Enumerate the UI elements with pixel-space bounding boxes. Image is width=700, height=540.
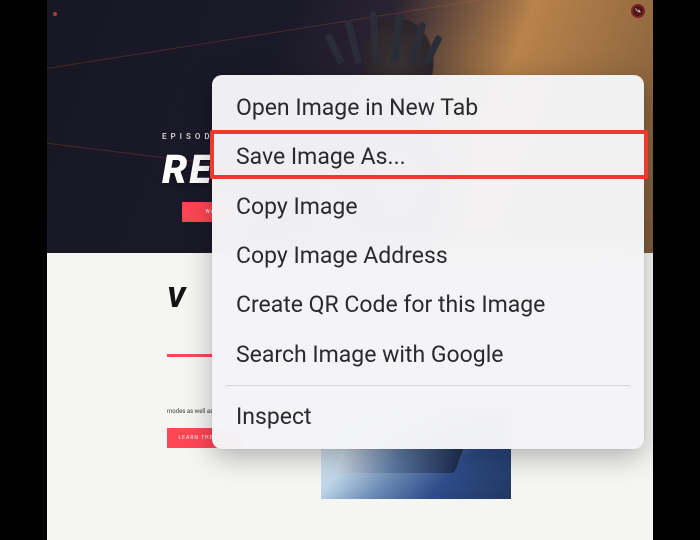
ctx-copy-image[interactable]: Copy Image (212, 182, 644, 231)
ctx-search-google[interactable]: Search Image with Google (212, 330, 644, 379)
brand-badge[interactable] (631, 4, 645, 18)
ctx-save-as[interactable]: Save Image As... (212, 132, 644, 181)
ctx-copy-address[interactable]: Copy Image Address (212, 231, 644, 280)
hero-character-hair (333, 8, 443, 63)
hero-title: RE (162, 146, 213, 193)
ctx-open-new-tab[interactable]: Open Image in New Tab (212, 83, 644, 132)
valorant-logo-icon (634, 7, 642, 15)
context-menu-separator (226, 385, 630, 386)
ctx-qr-code[interactable]: Create QR Code for this Image (212, 280, 644, 329)
ctx-inspect[interactable]: Inspect (212, 392, 644, 441)
context-menu: Open Image in New Tab Save Image As... C… (212, 75, 644, 449)
